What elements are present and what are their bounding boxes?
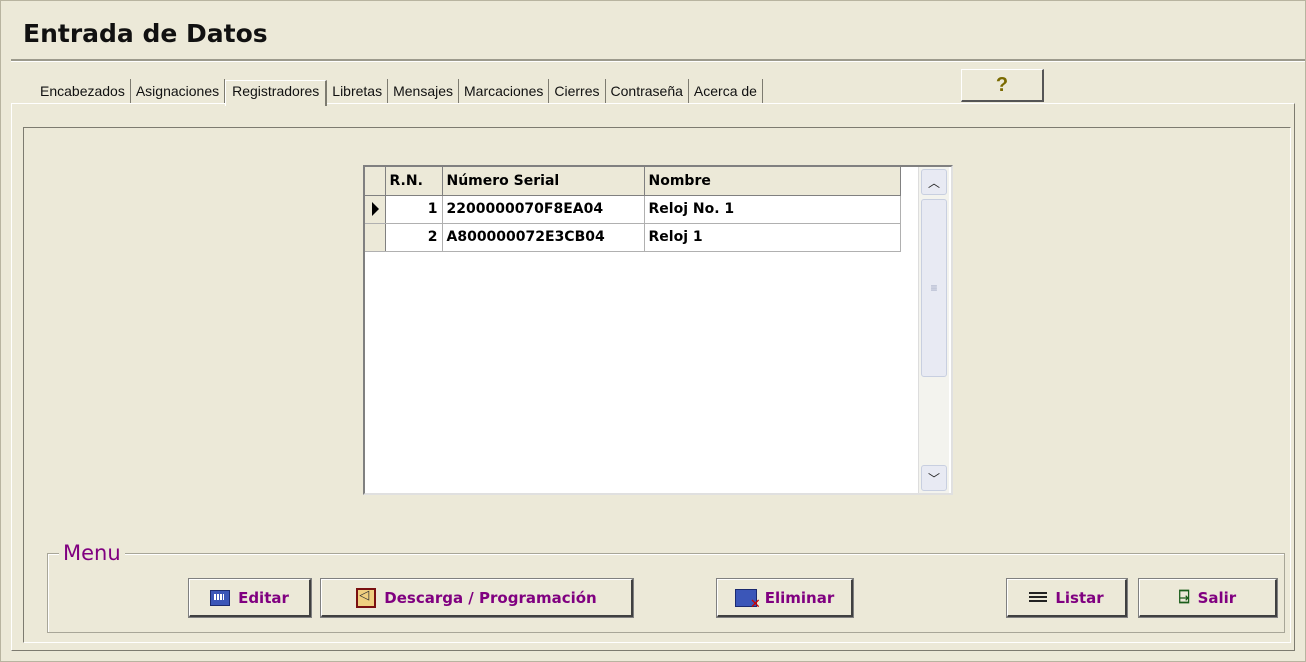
- registradores-grid[interactable]: R.N. Número Serial Nombre 1 2200000070F8…: [363, 165, 953, 495]
- cell-rn[interactable]: 1: [385, 195, 443, 224]
- column-header-nombre[interactable]: Nombre: [644, 167, 901, 196]
- tab-strip: Encabezados Asignaciones Registradores L…: [35, 77, 763, 106]
- row-indicator[interactable]: [365, 223, 386, 252]
- eliminar-label: Eliminar: [764, 588, 835, 607]
- scroll-down-button[interactable]: ﹀: [921, 465, 947, 491]
- column-header-rn[interactable]: R.N.: [385, 167, 443, 196]
- row-indicator[interactable]: [365, 195, 386, 224]
- salir-button[interactable]: ⍈ Salir: [1138, 578, 1278, 618]
- cell-serial[interactable]: 2200000070F8EA04: [442, 195, 645, 224]
- title-divider: [11, 59, 1305, 62]
- current-row-arrow-icon: [372, 202, 379, 216]
- help-icon: ?: [995, 73, 1009, 96]
- tab-encabezados[interactable]: Encabezados: [35, 79, 131, 103]
- tab-cierres[interactable]: Cierres: [549, 79, 606, 103]
- listar-button[interactable]: Listar: [1006, 578, 1128, 618]
- chevron-up-icon: ︿: [927, 175, 940, 190]
- table-row[interactable]: 2 A800000072E3CB04 Reloj 1: [365, 223, 901, 252]
- cell-serial[interactable]: A800000072E3CB04: [442, 223, 645, 252]
- tab-contrasena[interactable]: Contraseña: [606, 79, 689, 103]
- tab-acerca-de[interactable]: Acerca de: [689, 79, 763, 103]
- keyboard-edit-icon: [210, 589, 231, 606]
- cell-rn[interactable]: 2: [385, 223, 443, 252]
- grid-header-row: R.N. Número Serial Nombre: [365, 167, 901, 196]
- menu-group-label: Menu: [59, 541, 125, 565]
- scroll-thumb[interactable]: ≡: [921, 199, 947, 377]
- delete-keyboard-icon: [734, 588, 761, 612]
- salir-label: Salir: [1197, 588, 1237, 607]
- list-icon: [1029, 591, 1048, 604]
- app-window: Entrada de Datos Encabezados Asignacione…: [0, 0, 1306, 662]
- cell-nombre[interactable]: Reloj 1: [644, 223, 901, 252]
- exit-door-icon: ⍈: [1178, 587, 1190, 608]
- tab-libretas[interactable]: Libretas: [327, 79, 389, 103]
- table-row[interactable]: 1 2200000070F8EA04 Reloj No. 1: [365, 195, 901, 224]
- descarga-programacion-button[interactable]: Descarga / Programación: [320, 578, 634, 618]
- vertical-scrollbar[interactable]: ︿ ≡ ﹀: [918, 167, 949, 493]
- eliminar-button[interactable]: Eliminar: [716, 578, 854, 618]
- editar-label: Editar: [238, 588, 289, 607]
- chevron-down-icon: ﹀: [927, 471, 940, 486]
- tab-asignaciones[interactable]: Asignaciones: [131, 79, 226, 103]
- column-header-serial[interactable]: Número Serial: [442, 167, 645, 196]
- descarga-label: Descarga / Programación: [384, 588, 597, 607]
- download-device-icon: [356, 587, 377, 608]
- row-indicator-header: [365, 167, 386, 196]
- tab-mensajes[interactable]: Mensajes: [388, 79, 460, 103]
- cell-nombre[interactable]: Reloj No. 1: [644, 195, 901, 224]
- editar-button[interactable]: Editar: [188, 578, 312, 618]
- tab-marcaciones[interactable]: Marcaciones: [459, 79, 550, 103]
- grip-icon: ≡: [930, 281, 938, 295]
- tab-registradores[interactable]: Registradores: [225, 80, 328, 106]
- listar-label: Listar: [1055, 588, 1104, 607]
- scroll-up-button[interactable]: ︿: [921, 169, 947, 195]
- window-title: Entrada de Datos: [23, 19, 268, 48]
- help-button[interactable]: ?: [961, 69, 1044, 102]
- grid-table: R.N. Número Serial Nombre 1 2200000070F8…: [365, 167, 901, 252]
